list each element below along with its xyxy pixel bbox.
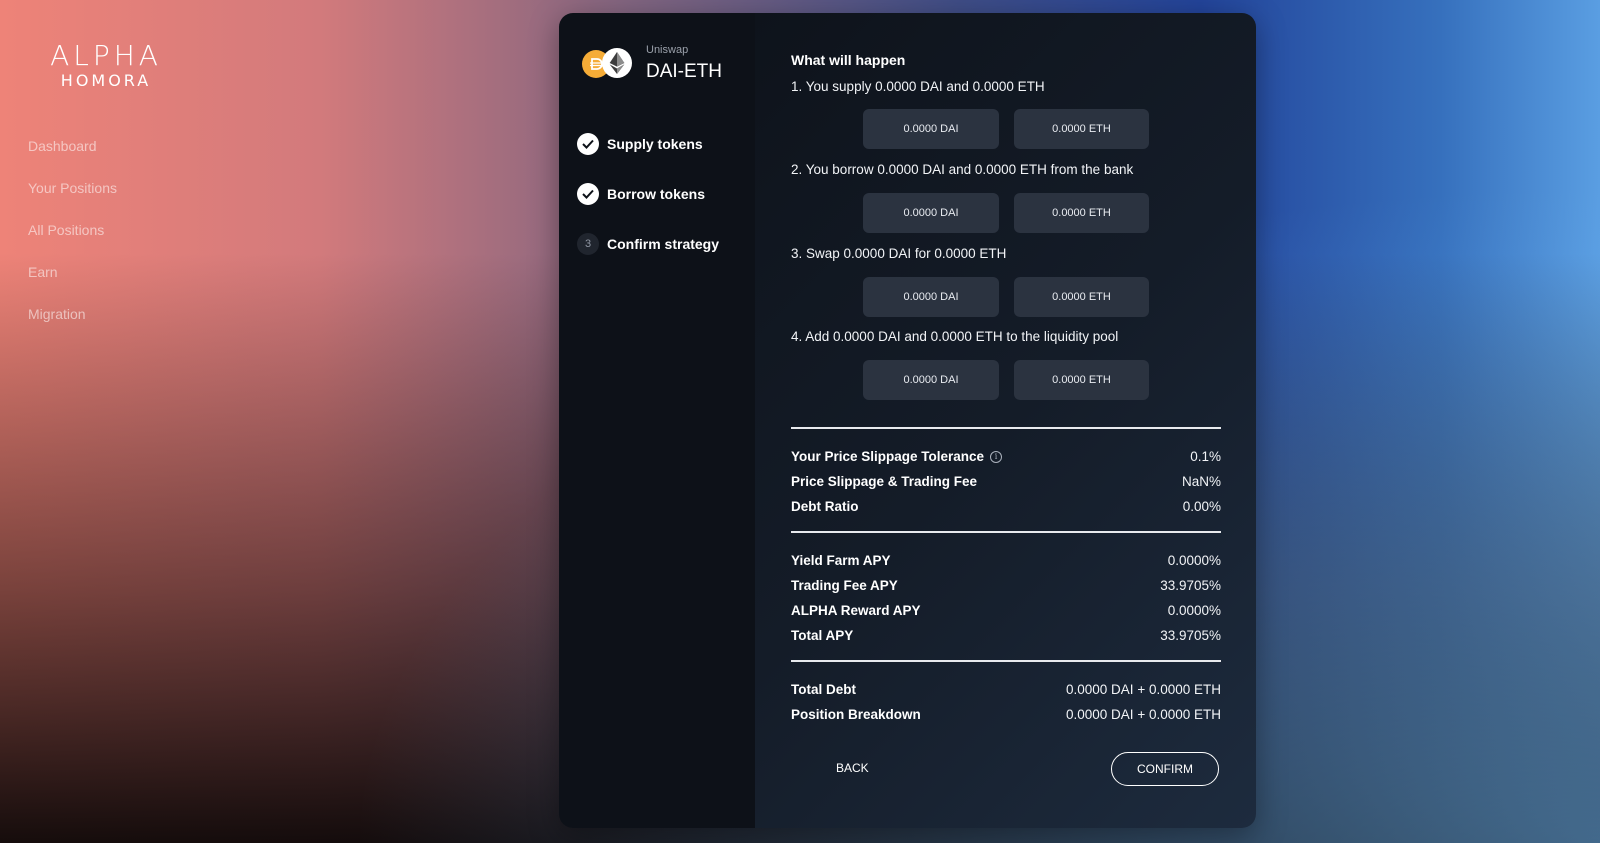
action-borrow-text: 2. You borrow 0.0000 DAI and 0.0000 ETH … [791,162,1134,177]
nav-item-your-positions[interactable]: Your Positions [28,178,117,220]
info-icon[interactable]: i [990,450,1003,463]
slippage-fee-value: NaN% [1181,474,1221,489]
pool-dex-name: Uniswap [646,44,689,56]
step-label: Supply tokens [607,136,703,152]
position-breakdown-label: Position Breakdown [791,707,921,722]
step-supply-tokens[interactable]: Supply tokens [577,133,703,155]
position-breakdown-row: Position Breakdown 0.0000 DAI + 0.0000 E… [791,707,1221,722]
slippage-fee-label: Price Slippage & Trading Fee [791,474,978,489]
step-number: 3 [577,233,599,255]
pool-pair-name: DAI-ETH [646,61,722,82]
step-label: Confirm strategy [607,236,720,252]
confirm-content: What will happen 1. You supply 0.0000 DA… [755,13,1256,828]
eth-icon [602,48,632,78]
step-borrow-tokens[interactable]: Borrow tokens [577,183,705,205]
total-debt-label: Total Debt [791,682,856,697]
total-apy-value: 33.9705% [1160,628,1221,643]
amount-box-dai: 0.0000 DAI [863,360,999,400]
back-button[interactable]: BACK [828,757,877,779]
trading-fee-apy-row: Trading Fee APY 33.9705% [791,578,1221,593]
logo-bottom-text: HOMORA [60,71,152,90]
debt-ratio-label: Debt Ratio [791,499,859,514]
steps-sidebar: Uniswap DAI-ETH Supply tokens Borrow tok… [559,13,755,828]
alpha-homora-logo[interactable]: ALPHA HOMORA [48,42,164,90]
action-add-liquidity-text: 4. Add 0.0000 DAI and 0.0000 ETH to the … [791,329,1119,344]
check-icon [577,133,599,155]
trading-fee-apy-value: 33.9705% [1160,578,1221,593]
amount-box-eth: 0.0000 ETH [1014,360,1149,400]
action-supply-text: 1. You supply 0.0000 DAI and 0.0000 ETH [791,79,1045,94]
amount-box-dai: 0.0000 DAI [863,277,999,317]
slippage-tolerance-label: Your Price Slippage Tolerance [791,449,985,464]
nav-item-all-positions[interactable]: All Positions [28,220,117,262]
logo-top-text: ALPHA [50,39,162,72]
amount-box-eth: 0.0000 ETH [1014,109,1149,149]
alpha-reward-apy-value: 0.0000% [1167,603,1221,618]
yield-farm-apy-row: Yield Farm APY 0.0000% [791,553,1221,568]
amount-box-dai: 0.0000 DAI [863,193,999,233]
section-title: What will happen [791,52,906,68]
nav-item-earn[interactable]: Earn [28,262,117,304]
total-apy-row: Total APY 33.9705% [791,628,1221,643]
pool-header: Uniswap DAI-ETH [580,43,722,85]
slippage-tolerance-value: 0.1% [1190,449,1221,464]
confirm-button[interactable]: CONFIRM [1111,752,1219,786]
step-label: Borrow tokens [607,186,706,202]
farm-position-modal: Uniswap DAI-ETH Supply tokens Borrow tok… [559,13,1256,828]
row-label: Your Price Slippage Tolerance i [791,449,1003,464]
alpha-reward-apy-label: ALPHA Reward APY [791,603,921,618]
total-apy-label: Total APY [791,628,854,643]
alpha-reward-apy-row: ALPHA Reward APY 0.0000% [791,603,1221,618]
action-swap-text: 3. Swap 0.0000 DAI for 0.0000 ETH [791,246,1007,261]
nav-item-migration[interactable]: Migration [28,304,117,346]
divider [791,660,1221,662]
divider [791,531,1221,533]
step-confirm-strategy[interactable]: 3 Confirm strategy [577,233,719,255]
main-nav: Dashboard Your Positions All Positions E… [28,136,117,346]
check-icon [577,183,599,205]
divider [791,427,1221,429]
position-breakdown-value: 0.0000 DAI + 0.0000 ETH [1066,707,1221,722]
total-debt-row: Total Debt 0.0000 DAI + 0.0000 ETH [791,682,1221,697]
amount-box-eth: 0.0000 ETH [1014,193,1149,233]
debt-ratio-row: Debt Ratio 0.00% [791,499,1221,514]
amount-box-dai: 0.0000 DAI [863,109,999,149]
nav-item-dashboard[interactable]: Dashboard [28,136,117,178]
trading-fee-apy-label: Trading Fee APY [791,578,898,593]
debt-ratio-value: 0.00% [1182,499,1221,514]
yield-farm-apy-label: Yield Farm APY [791,553,891,568]
amount-box-eth: 0.0000 ETH [1014,277,1149,317]
pool-token-icons [580,47,636,81]
slippage-fee-row: Price Slippage & Trading Fee NaN% [791,474,1221,489]
slippage-tolerance-row: Your Price Slippage Tolerance i 0.1% [791,449,1221,464]
total-debt-value: 0.0000 DAI + 0.0000 ETH [1066,682,1221,697]
yield-farm-apy-value: 0.0000% [1167,553,1221,568]
